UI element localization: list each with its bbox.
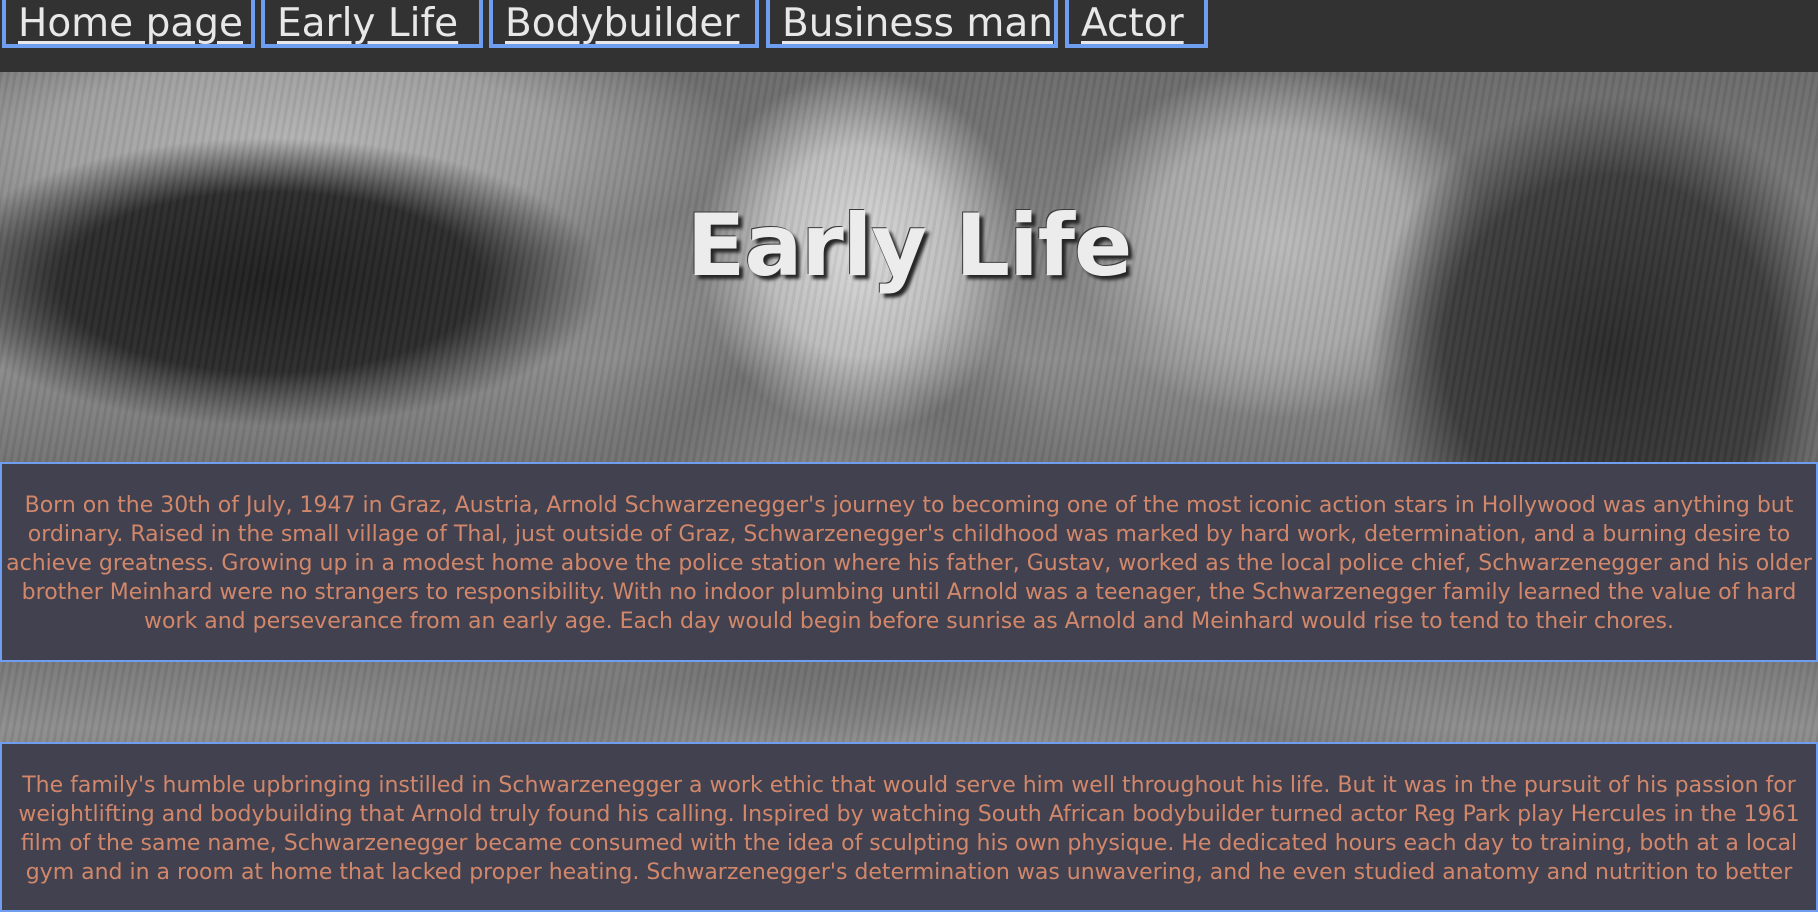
content-section-1: Born on the 30th of July, 1947 in Graz, … — [0, 462, 1818, 662]
top-navigation: Home page Early Life Bodybuilder Busines… — [0, 0, 1818, 72]
section-2-text: The family's humble upbringing instilled… — [18, 773, 1800, 885]
content-section-2: The family's humble upbringing instilled… — [0, 742, 1818, 912]
page-title: Early Life — [686, 196, 1133, 296]
section-1-text: Born on the 30th of July, 1947 in Graz, … — [6, 493, 1812, 634]
nav-link-bodybuilder[interactable]: Bodybuilder — [489, 0, 759, 48]
nav-link-business-man[interactable]: Business man — [766, 0, 1058, 48]
nav-link-actor[interactable]: Actor — [1065, 0, 1208, 48]
nav-link-early-life[interactable]: Early Life — [261, 0, 483, 48]
nav-link-home-page[interactable]: Home page — [2, 0, 255, 48]
